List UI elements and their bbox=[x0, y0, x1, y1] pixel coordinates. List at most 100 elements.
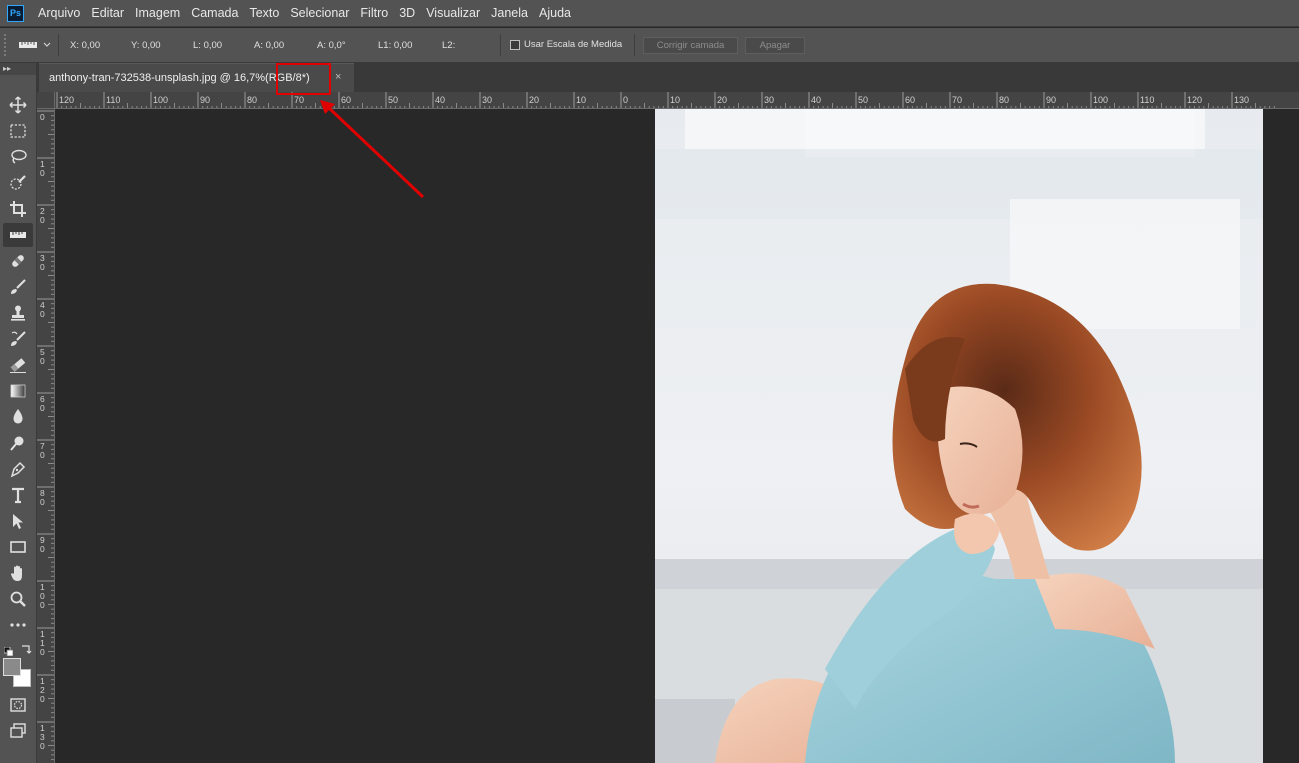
options-bar-grip[interactable] bbox=[4, 34, 10, 56]
blur-tool-icon[interactable] bbox=[3, 405, 33, 429]
type-tool-icon[interactable] bbox=[3, 483, 33, 507]
zoom-tool-icon[interactable] bbox=[3, 587, 33, 611]
ruler-tick-label: 0 bbox=[40, 356, 45, 366]
ruler-tick-label: 90 bbox=[200, 95, 210, 105]
height-readout: A: 0,00 bbox=[254, 40, 285, 51]
menu-camada[interactable]: Camada bbox=[191, 6, 238, 20]
photo-woman-sweater bbox=[655, 109, 1263, 763]
ruler-tick-label: 0 bbox=[40, 647, 45, 657]
separator bbox=[634, 34, 635, 56]
clear-button[interactable]: Apagar bbox=[745, 37, 805, 54]
use-measurement-scale-checkbox[interactable]: Usar Escala de Medida bbox=[510, 39, 622, 50]
ruler-tick-label: 30 bbox=[482, 95, 492, 105]
ruler-tick-label: 0 bbox=[40, 168, 45, 178]
ruler-tick-label: 0 bbox=[40, 450, 45, 460]
ruler-tool-icon[interactable] bbox=[3, 223, 33, 247]
ruler-tick-label: 80 bbox=[999, 95, 1009, 105]
document-tab-bar: anthony-tran-732538-unsplash.jpg @ 16,7%… bbox=[37, 63, 1299, 92]
ruler-tick-label: 20 bbox=[717, 95, 727, 105]
tools-panel: ▸▸ bbox=[0, 63, 37, 763]
lasso-tool-icon[interactable] bbox=[3, 145, 33, 169]
menu-janela[interactable]: Janela bbox=[491, 6, 528, 20]
menu-visualizar[interactable]: Visualizar bbox=[426, 6, 480, 20]
ruler-tick-label: 110 bbox=[1140, 95, 1154, 105]
quick-mask-icon[interactable] bbox=[3, 693, 33, 717]
ruler-tick-label: 0 bbox=[40, 497, 45, 507]
menu-editar[interactable]: Editar bbox=[91, 6, 124, 20]
horizontal-ruler-ticks: 120 110 100 90 80 70 60 50 40 30 20 10 0 10 20 30 40 50 60… bbox=[56, 92, 1275, 108]
ruler-tick-label: 0 bbox=[40, 600, 45, 610]
menu-texto[interactable]: Texto bbox=[249, 6, 279, 20]
angle-readout: A: 0,0° bbox=[317, 40, 346, 51]
ruler-tick-label: 100 bbox=[1093, 95, 1108, 105]
foreground-color-swatch[interactable] bbox=[3, 658, 21, 676]
x-readout: X: 0,00 bbox=[70, 40, 101, 51]
menu-3d[interactable]: 3D bbox=[399, 6, 415, 20]
ruler-tick-label: 70 bbox=[294, 95, 304, 105]
menu-imagem[interactable]: Imagem bbox=[135, 6, 180, 20]
ruler-tick-label: 0 bbox=[623, 95, 628, 105]
options-bar: X: 0,00 Y: 0,00 L: 0,00 A: 0,00 A: 0,0° … bbox=[0, 28, 1299, 63]
y-readout: Y: 0,00 bbox=[131, 40, 161, 51]
canvas-area[interactable] bbox=[55, 109, 1299, 763]
marquee-tool-icon[interactable] bbox=[3, 119, 33, 143]
close-icon[interactable]: × bbox=[335, 71, 341, 83]
ruler-tick-label: 0 bbox=[40, 309, 45, 319]
separator bbox=[58, 34, 59, 56]
eraser-tool-icon[interactable] bbox=[3, 353, 33, 377]
ruler-tick-label: 120 bbox=[59, 95, 74, 105]
photoshop-window: Ps Arquivo Editar Imagem Camada Texto Se… bbox=[0, 0, 1299, 763]
vertical-ruler[interactable]: 0102030405060708090100110120130 bbox=[37, 109, 55, 763]
menu-selecionar[interactable]: Selecionar bbox=[290, 6, 349, 20]
rectangle-tool-icon[interactable] bbox=[3, 535, 33, 559]
ruler-tick-label: 0 bbox=[40, 741, 45, 751]
gradient-tool-icon[interactable] bbox=[3, 379, 33, 403]
history-brush-tool-icon[interactable] bbox=[3, 327, 33, 351]
crop-tool-icon[interactable] bbox=[3, 197, 33, 221]
l1-readout: L1: 0,00 bbox=[378, 40, 413, 51]
document-image[interactable] bbox=[655, 109, 1263, 763]
ruler-tick-label: 40 bbox=[811, 95, 821, 105]
ruler-tick-label: 70 bbox=[952, 95, 962, 105]
ruler-tick-label: 100 bbox=[153, 95, 168, 105]
tool-preset-picker[interactable] bbox=[18, 33, 58, 57]
healing-brush-tool-icon[interactable] bbox=[3, 249, 33, 273]
ruler-tick-label: 30 bbox=[764, 95, 774, 105]
swap-colors-icon[interactable] bbox=[20, 642, 32, 654]
horizontal-ruler[interactable]: 120 110 100 90 80 70 60 50 40 30 20 10 0 10 20 30 40 50 60… bbox=[55, 92, 1299, 109]
use-measurement-scale-label: Usar Escala de Medida bbox=[524, 39, 623, 50]
dodge-tool-icon[interactable] bbox=[3, 431, 33, 455]
ruler-tick-label: 40 bbox=[435, 95, 445, 105]
ruler-tick-label: 0 bbox=[40, 112, 45, 122]
ruler-tick-label: 80 bbox=[247, 95, 257, 105]
clone-stamp-tool-icon[interactable] bbox=[3, 301, 33, 325]
pen-tool-icon[interactable] bbox=[3, 457, 33, 481]
menu-arquivo[interactable]: Arquivo bbox=[38, 6, 80, 20]
vertical-ruler-ticks: 0102030405060708090100110120130 bbox=[37, 110, 54, 761]
path-selection-tool-icon[interactable] bbox=[3, 509, 33, 533]
more-tools-icon[interactable] bbox=[3, 613, 33, 637]
ruler-tick-label: 0 bbox=[40, 694, 45, 704]
ruler-tick-label: 0 bbox=[40, 215, 45, 225]
ruler-tick-label: 60 bbox=[905, 95, 915, 105]
hand-tool-icon[interactable] bbox=[3, 561, 33, 585]
ruler-icon bbox=[19, 42, 37, 48]
ruler-tick-label: 120 bbox=[1187, 95, 1202, 105]
menu-ajuda[interactable]: Ajuda bbox=[539, 6, 571, 20]
ruler-tick-label: 50 bbox=[388, 95, 398, 105]
default-colors-icon[interactable] bbox=[3, 643, 14, 657]
move-tool-icon[interactable] bbox=[3, 93, 33, 117]
ruler-origin[interactable] bbox=[37, 92, 55, 109]
separator bbox=[500, 34, 501, 56]
brush-tool-icon[interactable] bbox=[3, 275, 33, 299]
quick-selection-tool-icon[interactable] bbox=[3, 171, 33, 195]
screen-mode-icon[interactable] bbox=[3, 719, 33, 743]
straighten-layer-button[interactable]: Corrigir camada bbox=[643, 37, 738, 54]
chevron-down-icon bbox=[43, 42, 51, 47]
checkbox-box[interactable] bbox=[510, 39, 520, 50]
annotation-highlight-box bbox=[276, 63, 331, 95]
ruler-tick-label: 110 bbox=[106, 95, 120, 105]
menu-filtro[interactable]: Filtro bbox=[360, 6, 388, 20]
tools-panel-collapse-icon[interactable]: ▸▸ bbox=[0, 63, 36, 75]
ruler-tick-label: 20 bbox=[529, 95, 539, 105]
